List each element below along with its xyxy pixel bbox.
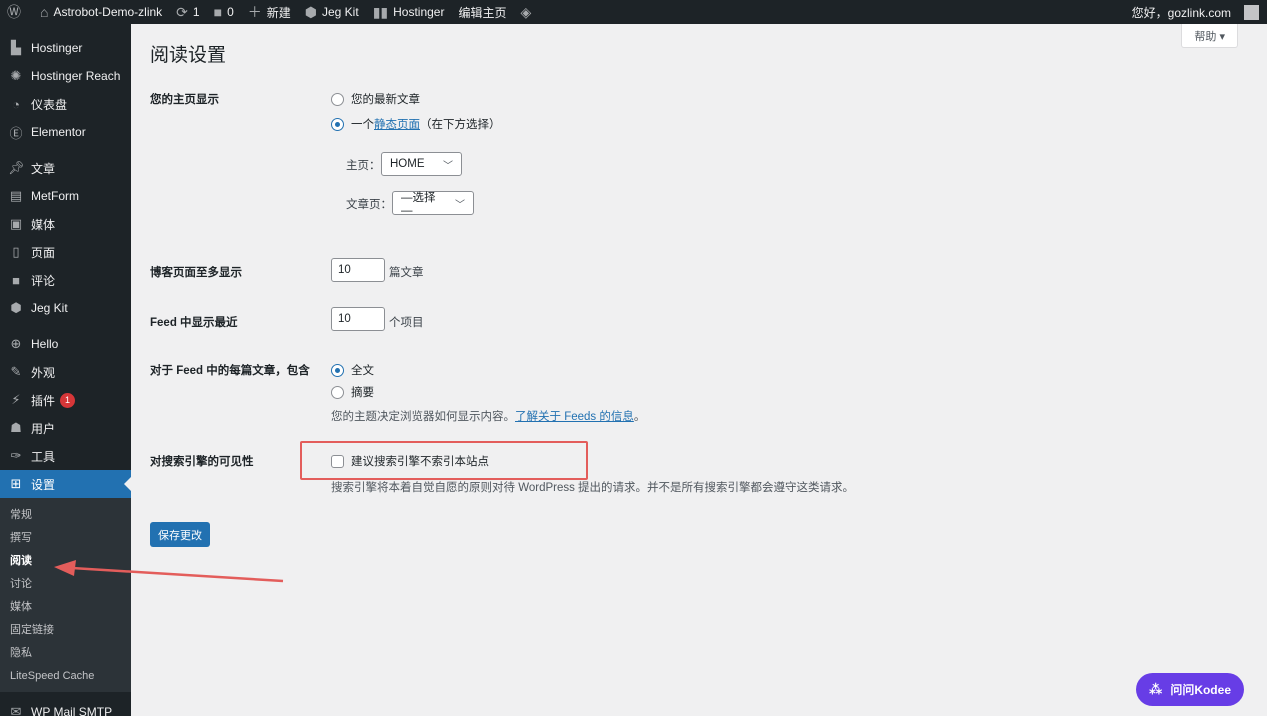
hello-icon: ⊕ [10,336,22,351]
sidebar-item-plugins[interactable]: ⚡︎ 插件 1 [0,386,131,414]
sidebar-item-dashboard[interactable]: ◔ 仪表盘 [0,90,131,118]
hostinger-icon: ▮▮ [372,3,389,20]
jegkit-link[interactable]: ⬢ Jeg Kit [298,0,366,24]
update-icon: ⟳ [176,3,188,20]
help-tab-button[interactable]: 帮助 ▾ [1181,24,1238,48]
submenu-item-media[interactable]: 媒体 [0,596,131,619]
comment-icon: ■ [213,4,223,20]
annotation-highlight-box [300,441,588,480]
submenu-item-discussion[interactable]: 讨论 [0,573,131,596]
radio-excerpt[interactable]: 摘要 [331,384,374,400]
appearance-icon: ✎ [10,364,22,379]
front-page-select[interactable]: HOME ﹀ [381,152,462,176]
wordpress-icon: Ⓦ [7,4,21,20]
diamond-link[interactable]: ◈ [513,0,543,24]
dashboard-icon: ◔ [12,96,20,112]
radio-full-text-input[interactable] [331,363,344,377]
plus-icon: ＋ [247,4,262,20]
page-icon: ▯ [12,244,20,259]
sidebar-item-pages[interactable]: ▯ 页面 [0,238,131,266]
plugin-update-badge: 1 [60,392,76,408]
diamond-icon: ◈ [520,3,532,20]
main-content: 帮助 ▾ 阅读设置 您的主页显示 您的最新文章 一个 静态页面 （在下方选择） … [131,24,1267,716]
sidebar-item-users[interactable]: ☗ 用户 [0,414,131,442]
feed-description: 您的主题决定浏览器如何显示内容。了解关于 Feeds 的信息。 [331,411,646,423]
sidebar-item-wp-mail-smtp[interactable]: ✉ WP Mail SMTP [0,698,131,716]
home-icon: ⌂ [40,4,49,20]
homepage-label: 您的主页显示 [150,94,219,106]
posts-page-label: 文章页： [346,199,392,211]
feed-items-unit: 个项目 [389,317,424,329]
submenu-item-permalinks[interactable]: 固定链接 [0,619,131,642]
sidebar-item-jegkit[interactable]: ⬢ Jeg Kit [0,294,131,322]
ask-kodee-button[interactable]: ⁂ 问问Kodee [1136,673,1244,706]
radio-static-page[interactable]: 一个 静态页面 （在下方选择） [331,116,501,132]
feeds-info-link[interactable]: 了解关于 Feeds 的信息 [515,411,634,423]
avatar[interactable] [1244,4,1259,20]
admin-bar: Ⓦ ⌂ Astrobot-Demo-zlink ⟳ 1 ■ 0 ＋新建 ⬢ Jeg Ki… [0,0,1267,24]
submenu-item-general[interactable]: 常规 [0,504,131,527]
submenu-item-reading[interactable]: 阅读 [0,550,131,573]
posts-per-page-input[interactable]: 10 [331,258,385,282]
sidebar-item-tools[interactable]: ✑ 工具 [0,442,131,470]
sidebar-item-hello[interactable]: ⊕ Hello [0,330,131,358]
edit-home-link[interactable]: 编辑主页 [451,0,513,24]
jegkit-icon: ⬢ [304,3,317,20]
settings-submenu: 常规 撰写 阅读 讨论 媒体 固定链接 隐私 LiteSpeed Cache [0,498,131,692]
submenu-item-writing[interactable]: 撰写 [0,527,131,550]
sidebar-item-appearance[interactable]: ✎ 外观 [0,358,131,386]
wp-logo-button[interactable]: Ⓦ [0,0,33,24]
reach-icon: ✺ [10,68,22,83]
comment-icon: ■ [12,272,20,288]
feed-items-input[interactable]: 10 [331,307,385,331]
updates-link[interactable]: ⟳ 1 [169,0,206,24]
feed-content-label: 对于 Feed 中的每篇文章，包含 [150,365,310,377]
sidebar-item-posts[interactable]: 📌︎ 文章 [0,154,131,182]
static-page-link[interactable]: 静态页面 [374,116,420,132]
tools-icon: ✑ [10,448,22,463]
posts-per-page-unit: 篇文章 [389,267,424,279]
chevron-down-icon: ﹀ [443,160,453,172]
hostinger-link[interactable]: ▮▮ Hostinger [366,0,452,24]
sidebar-item-comments[interactable]: ■ 评论 [0,266,131,294]
sparkle-icon: ⁂ [1149,681,1163,697]
hostinger-icon: ▙ [11,40,21,55]
radio-excerpt-input[interactable] [331,385,344,399]
front-page-label: 主页： [346,160,381,172]
sidebar-item-media[interactable]: ▣ 媒体 [0,210,131,238]
user-icon: ☗ [10,420,22,435]
radio-static-page-input[interactable] [331,117,344,131]
media-icon: ▣ [9,216,23,231]
visibility-label: 对搜索引擎的可见性 [150,456,254,468]
new-content-link[interactable]: ＋新建 [241,0,298,24]
radio-latest-posts-input[interactable] [331,92,344,106]
sidebar-item-settings[interactable]: ⊞ 设置 [0,470,131,498]
posts-page-select[interactable]: —选择— ﹀ [392,191,474,217]
jegkit-icon: ⬢ [10,300,22,315]
blog-pages-label: 博客页面至多显示 [150,267,242,279]
sidebar-item-hostinger-reach[interactable]: ✺ Hostinger Reach [0,62,131,90]
radio-full-text[interactable]: 全文 [331,362,374,378]
sidebar-item-hostinger[interactable]: ▙ Hostinger [0,34,131,62]
chevron-down-icon: ﹀ [455,199,465,211]
submenu-item-privacy[interactable]: 隐私 [0,642,131,665]
mail-icon: ✉ [10,704,22,716]
form-icon: ▤ [9,188,23,203]
page-title: 阅读设置 [150,45,227,66]
site-name-link[interactable]: ⌂ Astrobot-Demo-zlink [33,0,169,24]
save-button[interactable]: 保存更改 [150,522,210,547]
visibility-description: 搜索引擎将本着自觉自愿的原则对待 WordPress 提出的请求。并不是所有搜索… [331,482,855,494]
sidebar-item-elementor[interactable]: Ⓔ Elementor [0,118,131,146]
admin-sidebar: ▙ Hostinger ✺ Hostinger Reach ◔ 仪表盘 Ⓔ Elemen… [0,24,131,716]
feed-items-label: Feed 中显示最近 [150,317,238,329]
comments-link[interactable]: ■ 0 [207,0,241,24]
pin-icon: 📌︎ [8,160,25,175]
sidebar-item-metform[interactable]: ▤ MetForm [0,182,131,210]
plugin-icon: ⚡︎ [11,392,21,407]
submenu-item-litespeed[interactable]: LiteSpeed Cache [0,665,131,688]
settings-icon: ⊞ [10,476,22,491]
radio-latest-posts[interactable]: 您的最新文章 [331,91,420,107]
elementor-icon: Ⓔ [9,125,23,141]
account-link[interactable]: 您好，gozlink.com [1125,0,1238,24]
